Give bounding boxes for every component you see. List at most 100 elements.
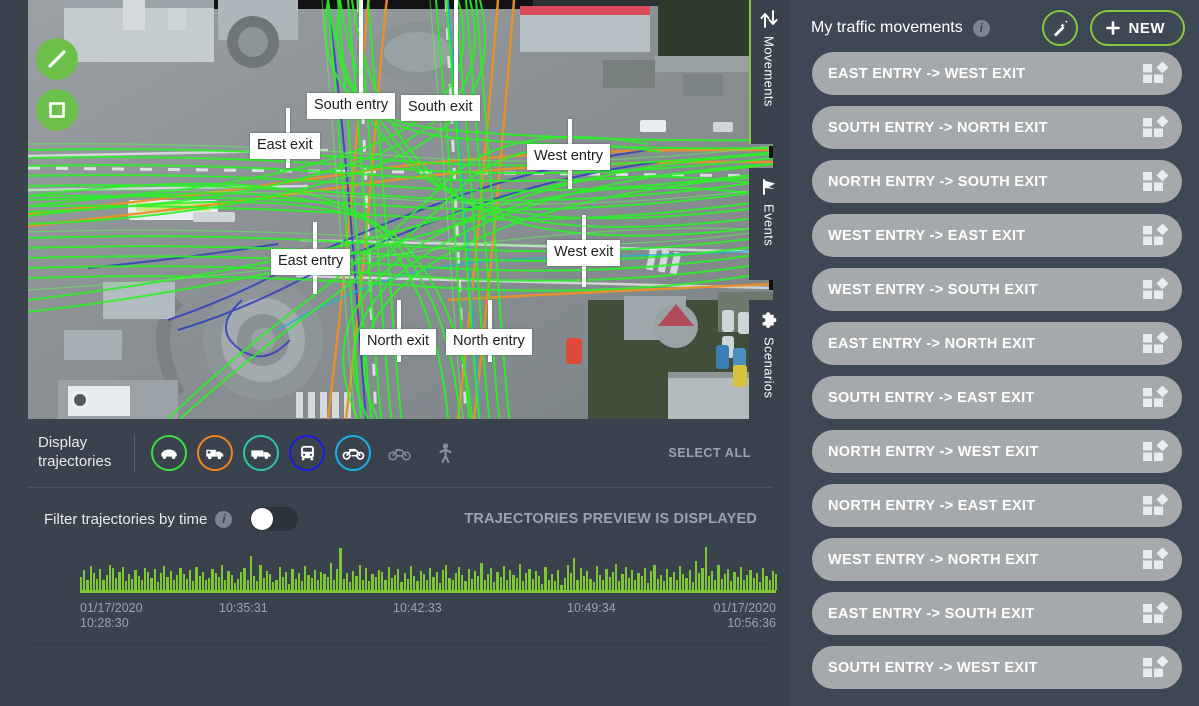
movement-list-item[interactable]: NORTH ENTRY -> EAST EXIT [812, 484, 1182, 527]
histogram-bar [518, 564, 522, 590]
info-icon[interactable]: i [972, 19, 990, 37]
select-all-button[interactable]: SELECT ALL [668, 446, 751, 460]
histogram-bar [695, 561, 698, 590]
histogram-bar [80, 576, 83, 590]
histogram-bar [358, 565, 361, 590]
rect-tool-button[interactable] [36, 89, 78, 131]
blocks-icon[interactable] [1142, 385, 1169, 409]
vehicle-filter-motorcycle[interactable] [335, 435, 371, 471]
movement-list-item[interactable]: SOUTH ENTRY -> NORTH EXIT [812, 106, 1182, 149]
movement-list-item[interactable]: EAST ENTRY -> WEST EXIT [812, 52, 1182, 95]
histogram-bar [233, 583, 236, 590]
trajectory-histogram[interactable] [80, 547, 778, 593]
gate-marker-stem [359, 0, 363, 93]
blocks-icon[interactable] [1142, 601, 1169, 625]
histogram-bar [650, 570, 653, 590]
histogram-bar [422, 573, 425, 590]
tab-events[interactable]: Events [749, 168, 789, 280]
line-tool-button[interactable] [36, 38, 78, 80]
movement-list-item[interactable]: NORTH ENTRY -> WEST EXIT [812, 430, 1182, 473]
movement-list-item[interactable]: SOUTH ENTRY -> EAST EXIT [812, 376, 1182, 419]
blocks-icon[interactable] [1142, 223, 1169, 247]
histogram-bar [566, 565, 570, 590]
tab-events-label: Events [761, 204, 777, 247]
movement-list-item[interactable]: WEST ENTRY -> NORTH EXIT [812, 538, 1182, 581]
histogram-bar [217, 576, 220, 590]
timeline-tick-line1: 01/17/2020 [80, 601, 143, 615]
blocks-icon[interactable] [1142, 655, 1169, 679]
gate-label[interactable]: North entry [446, 329, 532, 355]
histogram-bar [166, 576, 169, 590]
magic-wand-icon [1054, 19, 1068, 36]
gate-label[interactable]: East entry [271, 249, 351, 275]
vehicle-filter-van[interactable] [197, 435, 233, 471]
blocks-icon[interactable] [1142, 331, 1169, 355]
histogram-bar [637, 572, 640, 590]
vehicle-filter-bus[interactable] [289, 435, 325, 471]
blocks-icon[interactable] [1142, 439, 1169, 463]
display-trajectories-label-line1: Display [38, 434, 88, 452]
two-arrows-icon [760, 10, 778, 28]
histogram-bar [230, 574, 233, 590]
gate-label[interactable]: South exit [401, 95, 480, 121]
tab-movements[interactable]: Movements [749, 0, 789, 144]
histogram-bar [249, 555, 252, 590]
histogram-bar [711, 570, 714, 590]
gate-label[interactable]: South entry [307, 93, 396, 119]
gate-label[interactable]: West entry [527, 144, 611, 170]
gate-label[interactable]: West exit [547, 240, 621, 266]
histogram-bar [179, 568, 182, 590]
histogram-bar [224, 579, 227, 590]
histogram-bar [704, 547, 707, 590]
histogram-bar [547, 579, 550, 590]
blocks-icon[interactable] [1142, 115, 1169, 139]
traffic-analytics-app: South entry South exit East exit West entry… [0, 0, 1199, 706]
histogram-bar [243, 568, 246, 590]
histogram-bar [605, 568, 608, 590]
histogram-bar [169, 570, 172, 590]
new-movement-label: NEW [1128, 19, 1165, 37]
movement-list-item[interactable]: WEST ENTRY -> SOUTH EXIT [812, 268, 1182, 311]
histogram-bar [393, 574, 397, 590]
vehicle-filter-car[interactable] [151, 435, 187, 471]
histogram-bar [662, 581, 666, 590]
histogram-bar [128, 573, 131, 590]
vehicle-filter-pedestrian[interactable] [427, 435, 463, 471]
histogram-bar [630, 569, 634, 590]
magic-wand-button[interactable] [1041, 10, 1078, 46]
timeline-tick: 01/17/2020 10:56:36 [713, 601, 776, 631]
histogram-bar [528, 568, 531, 590]
filter-by-time-toggle[interactable] [250, 507, 299, 531]
histogram-bar [775, 573, 778, 590]
histogram-bar [634, 580, 637, 590]
histogram-bar [586, 570, 589, 590]
histogram-bar [759, 582, 762, 590]
histogram-bar [124, 581, 128, 590]
info-icon[interactable]: i [215, 510, 233, 528]
vehicle-filter-truck[interactable] [243, 435, 279, 471]
histogram-bar [464, 581, 467, 590]
display-trajectories-label-line2: trajectories [38, 453, 112, 470]
histogram-bar [118, 571, 121, 590]
blocks-icon[interactable] [1142, 547, 1169, 571]
histogram-bar [656, 578, 659, 590]
movement-list-item[interactable]: SOUTH ENTRY -> WEST EXIT [812, 646, 1182, 689]
tab-scenarios[interactable]: Scenarios [749, 300, 789, 419]
aerial-map-viewport[interactable]: South entry South exit East exit West entry… [28, 0, 773, 419]
flag-icon [763, 179, 775, 195]
blocks-icon[interactable] [1142, 277, 1169, 301]
movement-list-item[interactable]: WEST ENTRY -> EAST EXIT [812, 214, 1182, 257]
histogram-bar [198, 575, 201, 590]
movement-list-item[interactable]: EAST ENTRY -> NORTH EXIT [812, 322, 1182, 365]
gate-label[interactable]: North exit [360, 329, 437, 355]
vehicle-filter-bicycle[interactable] [381, 435, 417, 471]
histogram-bar [467, 568, 470, 590]
histogram-bar [310, 577, 313, 590]
movement-list-item[interactable]: NORTH ENTRY -> SOUTH EXIT [812, 160, 1182, 203]
gate-label[interactable]: East exit [250, 133, 320, 159]
blocks-icon[interactable] [1142, 493, 1169, 517]
blocks-icon[interactable] [1142, 61, 1169, 85]
new-movement-button[interactable]: NEW [1089, 10, 1185, 46]
movement-list-item[interactable]: EAST ENTRY -> SOUTH EXIT [812, 592, 1182, 635]
blocks-icon[interactable] [1142, 169, 1169, 193]
